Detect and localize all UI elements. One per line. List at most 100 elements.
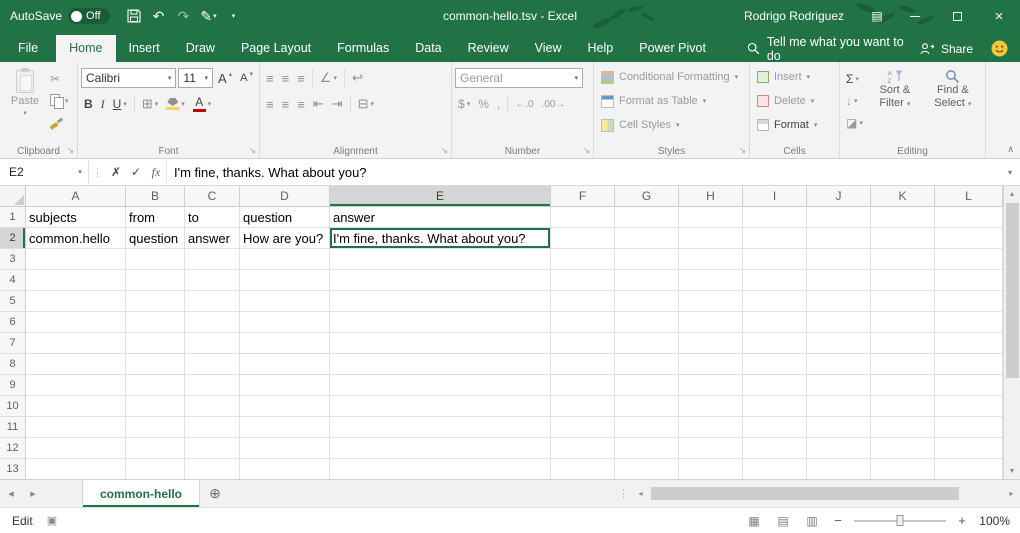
tab-view[interactable]: View [522,35,575,62]
row-header-3[interactable]: 3 [0,249,26,270]
cell-C13[interactable] [185,459,240,479]
row-header-6[interactable]: 6 [0,312,26,333]
cell-L9[interactable] [935,375,1003,396]
fill-button[interactable]: ↓▾ [843,91,866,111]
sort-filter-button[interactable]: A Z Sort & Filter ▾ [866,65,924,142]
cell-G7[interactable] [615,333,679,354]
align-top-button[interactable]: ≡ [263,68,277,88]
cell-G1[interactable] [615,207,679,228]
cell-D4[interactable] [240,270,330,291]
tab-data[interactable]: Data [402,35,454,62]
cell-A10[interactable] [26,396,126,417]
cell-K11[interactable] [871,417,935,438]
cell-F10[interactable] [551,396,615,417]
cell-E12[interactable] [330,438,551,459]
cell-styles-button[interactable]: Cell Styles ▾ [597,115,746,135]
cell-A1[interactable]: subjects [26,207,126,228]
user-name[interactable]: Rodrigo Rodriguez [744,9,844,23]
cell-B1[interactable]: from [126,207,185,228]
cell-G12[interactable] [615,438,679,459]
cell-H12[interactable] [679,438,743,459]
increase-decimal-button[interactable]: ←.0 [512,94,536,114]
fill-color-button[interactable]: ▾ [163,94,188,114]
align-middle-button[interactable]: ≡ [279,68,293,88]
styles-dialog-launcher[interactable]: ↘ [739,147,746,155]
cell-D2[interactable]: How are you? [240,228,330,249]
cell-C9[interactable] [185,375,240,396]
column-header-C[interactable]: C [185,186,240,207]
cell-F4[interactable] [551,270,615,291]
cell-I5[interactable] [743,291,807,312]
cancel-button[interactable]: ✗ [106,165,126,179]
macro-record-icon[interactable]: ▣ [47,514,57,527]
new-sheet-button[interactable]: ⊕ [200,480,230,507]
cell-H5[interactable] [679,291,743,312]
cell-E7[interactable] [330,333,551,354]
column-header-G[interactable]: G [615,186,679,207]
tab-formulas[interactable]: Formulas [324,35,402,62]
cell-E1[interactable]: answer [330,207,551,228]
cell-J12[interactable] [807,438,871,459]
cell-K6[interactable] [871,312,935,333]
cell-A6[interactable] [26,312,126,333]
collapse-ribbon-button[interactable]: ∧ [1007,144,1014,155]
cell-K8[interactable] [871,354,935,375]
cell-J13[interactable] [807,459,871,479]
column-header-H[interactable]: H [679,186,743,207]
cell-C7[interactable] [185,333,240,354]
cell-A4[interactable] [26,270,126,291]
cell-A9[interactable] [26,375,126,396]
cell-D9[interactable] [240,375,330,396]
cell-G5[interactable] [615,291,679,312]
cell-J11[interactable] [807,417,871,438]
sheet-nav-left-button[interactable]: ◂ [0,480,22,507]
enter-button[interactable]: ✓ [126,165,146,179]
cell-I1[interactable] [743,207,807,228]
cell-F8[interactable] [551,354,615,375]
cell-A2[interactable]: common.hello [26,228,126,249]
column-header-L[interactable]: L [935,186,1003,207]
cell-G3[interactable] [615,249,679,270]
zoom-slider-thumb[interactable] [897,515,904,526]
cell-G4[interactable] [615,270,679,291]
cell-E2[interactable]: I'm fine, thanks. What about you? [330,228,551,249]
cell-L11[interactable] [935,417,1003,438]
column-header-F[interactable]: F [551,186,615,207]
row-header-12[interactable]: 12 [0,438,26,459]
wrap-text-button[interactable]: ↩ [349,68,366,88]
formula-input[interactable]: I'm fine, thanks. What about you? [166,160,1001,185]
delete-cells-button[interactable]: Delete ▾ [753,91,836,111]
scroll-up-button[interactable]: ▲ [1004,186,1020,202]
cell-A13[interactable] [26,459,126,479]
cell-E11[interactable] [330,417,551,438]
cell-L13[interactable] [935,459,1003,479]
cell-I8[interactable] [743,354,807,375]
cell-A8[interactable] [26,354,126,375]
cell-E13[interactable] [330,459,551,479]
cell-K4[interactable] [871,270,935,291]
row-header-9[interactable]: 9 [0,375,26,396]
cell-E10[interactable] [330,396,551,417]
cell-C2[interactable]: answer [185,228,240,249]
comma-style-button[interactable]: , [494,94,503,114]
cell-F3[interactable] [551,249,615,270]
cell-K5[interactable] [871,291,935,312]
cell-H2[interactable] [679,228,743,249]
cell-L7[interactable] [935,333,1003,354]
row-header-8[interactable]: 8 [0,354,26,375]
clipboard-dialog-launcher[interactable]: ↘ [67,147,74,155]
tab-help[interactable]: Help [575,35,627,62]
cell-H9[interactable] [679,375,743,396]
italic-button[interactable]: I [98,94,108,114]
cell-E3[interactable] [330,249,551,270]
shrink-font-button[interactable]: A▾ [237,68,256,88]
cell-B5[interactable] [126,291,185,312]
cell-G6[interactable] [615,312,679,333]
cell-L6[interactable] [935,312,1003,333]
row-header-1[interactable]: 1 [0,207,26,228]
cell-E6[interactable] [330,312,551,333]
cell-G11[interactable] [615,417,679,438]
cell-F5[interactable] [551,291,615,312]
cell-B11[interactable] [126,417,185,438]
row-header-5[interactable]: 5 [0,291,26,312]
